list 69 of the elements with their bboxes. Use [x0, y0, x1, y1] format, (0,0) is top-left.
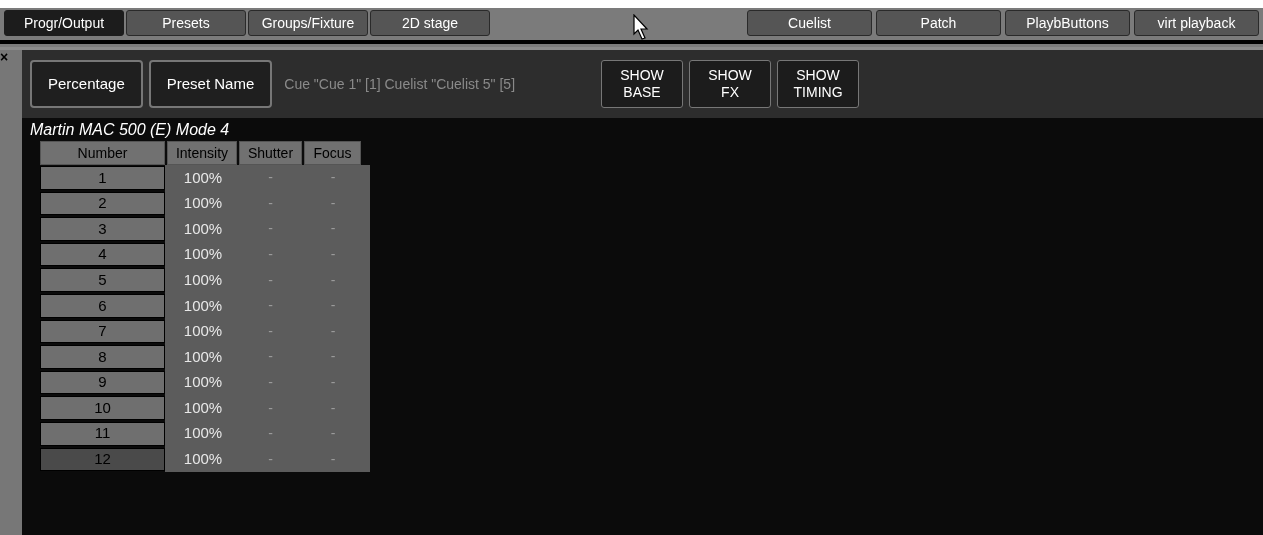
- table-cell-text: -: [267, 347, 274, 367]
- row-number[interactable]: 8: [40, 345, 165, 369]
- row-number[interactable]: 7: [40, 319, 165, 344]
- column-header[interactable]: Intensity: [167, 141, 237, 165]
- tab[interactable]: 2D stage: [370, 10, 490, 36]
- table-cell-text: -: [329, 245, 337, 265]
- table-cell-text: -: [267, 373, 274, 393]
- table-cell-text: -: [267, 245, 274, 265]
- column-header[interactable]: Focus: [304, 141, 361, 165]
- tab[interactable]: Cuelist: [747, 10, 872, 36]
- table-cell-text: -: [267, 219, 274, 239]
- row-number[interactable]: 4: [40, 242, 165, 267]
- fixture-title: Martin MAC 500 (E) Mode 4: [30, 120, 231, 140]
- row-number[interactable]: 12: [40, 447, 165, 472]
- table-cell-text: 100%: [182, 167, 224, 188]
- row-number[interactable]: 3: [40, 217, 165, 241]
- row-number[interactable]: 1: [40, 166, 165, 190]
- table-cell-text: 100%: [182, 397, 224, 418]
- table-cell-text: -: [267, 168, 274, 188]
- table-cell-text: -: [329, 193, 337, 213]
- row-number[interactable]: 9: [40, 370, 165, 395]
- row-number[interactable]: 11: [40, 421, 165, 446]
- table-cell-text: 100%: [182, 423, 224, 444]
- cursor-icon: [633, 14, 649, 40]
- tab[interactable]: Patch: [876, 10, 1001, 36]
- table-cell-text: -: [329, 321, 337, 341]
- row-number[interactable]: 2: [40, 191, 165, 216]
- row-number[interactable]: 6: [40, 293, 165, 318]
- show-toggle-button[interactable]: SHOW FX: [689, 60, 772, 108]
- table-cell-text: 100%: [182, 193, 224, 214]
- close-button[interactable]: ×: [0, 50, 10, 64]
- table-cell-text: -: [329, 424, 337, 444]
- tab[interactable]: virt playback: [1134, 10, 1259, 36]
- table-cell-text: -: [267, 424, 274, 444]
- table-cell-text: 100%: [182, 269, 224, 290]
- table-cell-text: -: [329, 270, 337, 290]
- table-cell-text: -: [329, 296, 337, 316]
- table-cell-text: -: [267, 321, 274, 341]
- show-toggle-button[interactable]: SHOW BASE: [601, 60, 684, 108]
- column-header[interactable]: Number: [40, 141, 165, 165]
- table-cell-text: -: [267, 449, 274, 469]
- show-toggle-button[interactable]: SHOW TIMING: [777, 60, 860, 108]
- table-cell-text: -: [267, 270, 274, 290]
- toolbar-button[interactable]: Preset Name: [148, 60, 273, 108]
- table-cell-text: 100%: [182, 218, 224, 239]
- tab[interactable]: Groups/Fixture: [248, 10, 368, 36]
- table-cell-text: 100%: [182, 321, 224, 342]
- table-cell-text: -: [329, 168, 337, 188]
- table-cell-text: -: [329, 347, 337, 367]
- tab[interactable]: PlaybButtons: [1005, 10, 1130, 36]
- table-cell-text: -: [267, 296, 274, 316]
- table-cell-text: 100%: [182, 372, 224, 393]
- table-cell-text: 100%: [182, 295, 224, 316]
- column-header[interactable]: Shutter: [239, 141, 302, 165]
- table-cell-text: -: [267, 398, 274, 418]
- table-cell-text: -: [329, 449, 337, 469]
- table-cell-text: 100%: [182, 244, 224, 265]
- table-cell-text: -: [329, 219, 337, 239]
- table-cell-text: -: [329, 373, 337, 393]
- row-number[interactable]: 5: [40, 268, 165, 292]
- cue-info: Cue "Cue 1" [1] Cuelist "Cuelist 5" [5]: [284, 74, 516, 94]
- tab[interactable]: Presets: [126, 10, 246, 36]
- table-cell-text: 100%: [182, 346, 224, 367]
- toolbar-button[interactable]: Percentage: [30, 60, 143, 108]
- table-cell-text: -: [267, 193, 274, 213]
- tab[interactable]: Progr/Output: [4, 10, 124, 36]
- row-number[interactable]: 10: [40, 396, 165, 420]
- table-cell-text: -: [329, 398, 337, 418]
- table-cell-text: 100%: [182, 449, 224, 470]
